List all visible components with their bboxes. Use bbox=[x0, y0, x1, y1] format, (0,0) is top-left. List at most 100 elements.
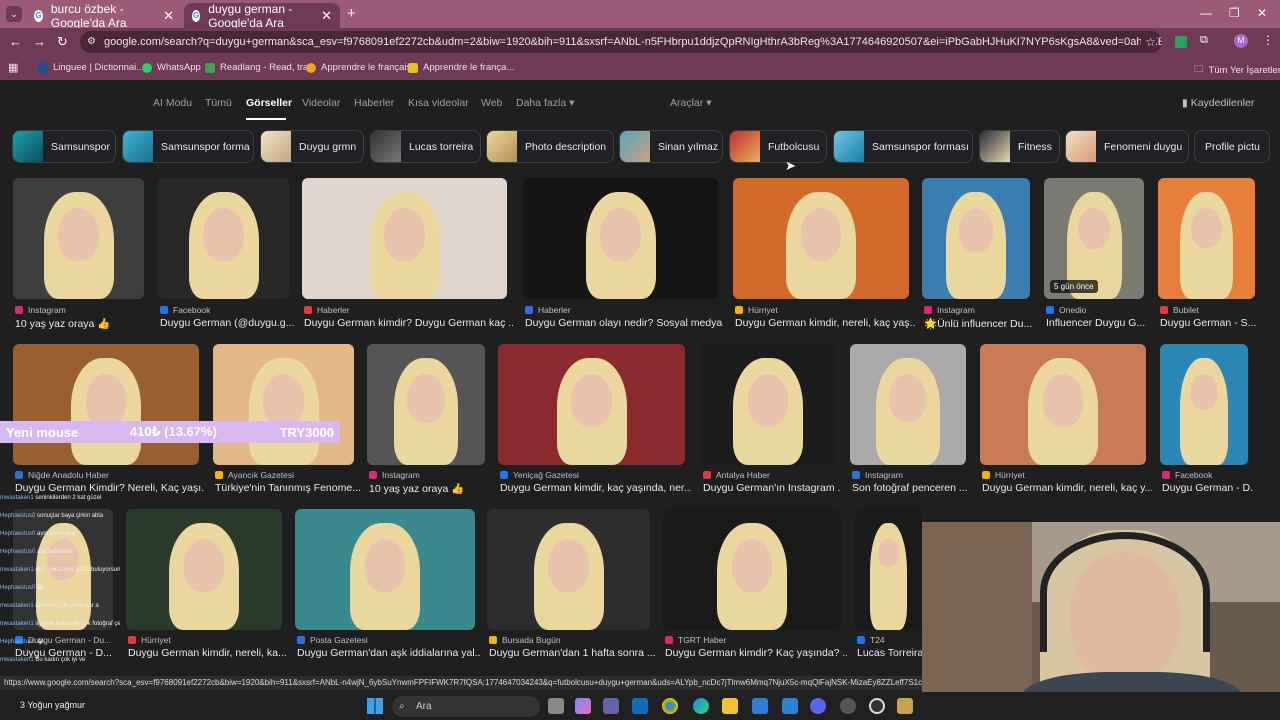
tools-button[interactable]: Araçlar ▾ bbox=[670, 97, 711, 109]
result-source[interactable]: Bursada Bugün bbox=[489, 635, 561, 645]
bookmark-whatsapp[interactable]: WhatsApp bbox=[142, 62, 201, 73]
result-caption[interactable]: Duygu German kimdir? Duygu German kaç ..… bbox=[304, 317, 513, 329]
result-caption[interactable]: Duygu German kimdir, nereli, kaç y... bbox=[982, 482, 1152, 494]
apps-grid-icon[interactable]: ▦ bbox=[8, 61, 18, 74]
tab-all[interactable]: Tümü bbox=[205, 97, 232, 109]
result-source[interactable]: Ayancık Gazetesi bbox=[215, 470, 294, 480]
chip-photo-description[interactable]: Photo description bbox=[486, 130, 614, 163]
image-result-card[interactable]: Yeniçağ Gazetesi Duygu German kimdir, kaç… bbox=[498, 344, 691, 496]
result-caption[interactable]: Türkiye'nin Tanınmış Fenome... bbox=[215, 482, 360, 494]
result-thumbnail[interactable] bbox=[367, 344, 485, 465]
bookmark-readlang[interactable]: Readlang - Read, tra... bbox=[205, 62, 316, 73]
bookmark-apprendre-1[interactable]: Apprendre le français bbox=[306, 62, 411, 73]
image-result-card[interactable]: Facebook Duygu German - D... bbox=[1160, 344, 1254, 496]
result-thumbnail[interactable] bbox=[1160, 344, 1248, 465]
bookmark-linguee[interactable]: Linguee | Dictionnai... bbox=[38, 62, 144, 73]
tab-videos[interactable]: Videolar bbox=[302, 97, 340, 109]
vscode-icon[interactable] bbox=[782, 698, 798, 714]
result-thumbnail[interactable] bbox=[295, 509, 475, 630]
new-tab-plus-icon[interactable]: + bbox=[347, 5, 356, 22]
result-thumbnail[interactable] bbox=[158, 178, 289, 299]
result-thumbnail[interactable] bbox=[487, 509, 650, 630]
result-thumbnail[interactable] bbox=[13, 344, 199, 465]
image-result-card[interactable]: Posta Gazetesi Duygu German'dan aşk iddia… bbox=[295, 509, 481, 661]
result-caption[interactable]: Duygu German kimdir, kaç yaşında, ner... bbox=[500, 482, 691, 494]
image-result-card[interactable]: Haberler Duygu German kimdir? Duygu Germa… bbox=[302, 178, 513, 331]
obs-icon[interactable] bbox=[869, 698, 885, 714]
image-result-card[interactable]: Instagram Son fotoğraf penceren ... bbox=[850, 344, 968, 496]
result-caption[interactable]: Duygu German olayı nedir? Sosyal medya .… bbox=[525, 317, 724, 329]
copilot-icon[interactable] bbox=[575, 698, 591, 714]
result-source[interactable]: Onedio bbox=[1046, 305, 1086, 315]
result-source[interactable]: Instagram bbox=[852, 470, 903, 480]
image-result-card[interactable]: 5 gün önce Onedio Influencer Duygu G... bbox=[1044, 178, 1145, 331]
result-source[interactable]: Haberler bbox=[304, 305, 350, 315]
result-source[interactable]: Niğde Anadolu Haber bbox=[15, 470, 109, 480]
image-result-card[interactable]: Instagram 10 yaş yaz oraya 👍 bbox=[367, 344, 485, 496]
chip-duygu-grmn[interactable]: Duygu grmn bbox=[260, 130, 364, 163]
window-close-icon[interactable]: ✕ bbox=[1257, 6, 1267, 20]
result-source[interactable]: T24 bbox=[857, 635, 885, 645]
file-explorer-icon[interactable] bbox=[722, 698, 738, 714]
chrome-icon[interactable] bbox=[662, 698, 678, 714]
chip-lucas-torreira[interactable]: Lucas torreira bbox=[370, 130, 481, 163]
reload-icon[interactable]: ↻ bbox=[57, 34, 68, 50]
image-result-card[interactable]: Haberler Duygu German olayı nedir? Sosyal… bbox=[523, 178, 724, 331]
tab-short-videos[interactable]: Kısa videolar bbox=[408, 97, 469, 109]
chip-futbolcusu[interactable]: Futbolcusu bbox=[729, 130, 827, 163]
image-result-card[interactable]: Instagram 10 yaş yaz oraya 👍 bbox=[13, 178, 144, 331]
image-result-card[interactable]: Bursada Bugün Duygu German'dan 1 hafta so… bbox=[487, 509, 656, 661]
result-caption[interactable]: Son fotoğraf penceren ... bbox=[852, 482, 972, 494]
result-thumbnail[interactable] bbox=[701, 344, 835, 465]
result-thumbnail[interactable] bbox=[850, 344, 966, 465]
result-caption[interactable]: Influencer Duygu G... bbox=[1046, 317, 1150, 329]
bookmark-star-icon[interactable]: ☆ bbox=[1141, 31, 1156, 53]
image-result-card[interactable]: Instagram 🌟Ünlü influencer Du... bbox=[922, 178, 1032, 331]
chip-fitness[interactable]: Fitness bbox=[979, 130, 1060, 163]
chip-samsunspor-formasi[interactable]: Samsunspor forması bbox=[833, 130, 973, 163]
result-thumbnail[interactable] bbox=[980, 344, 1146, 465]
result-source[interactable]: TGRT Haber bbox=[665, 635, 726, 645]
taskbar-search-input[interactable]: ⌕ Ara bbox=[392, 696, 540, 717]
result-source[interactable]: Posta Gazetesi bbox=[297, 635, 368, 645]
chip-sinan-yilmaz[interactable]: Sinan yılmaz bbox=[619, 130, 723, 163]
result-source[interactable]: Hürriyet bbox=[128, 635, 171, 645]
edge-icon[interactable] bbox=[693, 698, 709, 714]
result-source[interactable]: Haberler bbox=[525, 305, 571, 315]
image-result-card[interactable]: Hürriyet Duygu German kimdir, nereli, kaç… bbox=[980, 344, 1152, 496]
result-caption[interactable]: Duygu German - D... bbox=[1162, 482, 1254, 494]
result-source[interactable]: Facebook bbox=[1162, 470, 1212, 480]
forward-icon[interactable]: → bbox=[33, 34, 46, 49]
result-source[interactable]: Hürriyet bbox=[735, 305, 778, 315]
image-result-card[interactable]: Antalya Haber Duygu German'ın Instagram .… bbox=[701, 344, 841, 496]
tab-web[interactable]: Web bbox=[481, 97, 502, 109]
image-result-card[interactable]: Hürriyet Duygu German kimdir, nereli, kaç… bbox=[733, 178, 915, 331]
result-thumbnail[interactable] bbox=[1158, 178, 1255, 299]
result-source[interactable]: Instagram bbox=[924, 305, 975, 315]
result-thumbnail[interactable] bbox=[126, 509, 282, 630]
result-source[interactable]: Yeniçağ Gazetesi bbox=[500, 470, 579, 480]
outlook-icon[interactable] bbox=[632, 698, 648, 714]
app-icon[interactable] bbox=[897, 698, 913, 714]
minimize-icon[interactable]: — bbox=[1200, 6, 1212, 20]
site-info-icon[interactable]: ⚙ bbox=[87, 31, 96, 53]
result-thumbnail[interactable] bbox=[855, 509, 922, 630]
close-icon[interactable]: ✕ bbox=[321, 8, 332, 24]
image-result-card[interactable]: TGRT Haber Duygu German kimdir? Kaç yaşın… bbox=[663, 509, 847, 661]
close-icon[interactable]: ✕ bbox=[163, 8, 174, 24]
chip-samsunspor[interactable]: Samsunspor bbox=[12, 130, 116, 163]
result-source[interactable]: Hürriyet bbox=[982, 470, 1025, 480]
teams-icon[interactable] bbox=[603, 698, 619, 714]
result-caption[interactable]: Duygu German kimdir? Kaç yaşında? ... bbox=[665, 647, 847, 659]
result-caption[interactable]: Duygu German (@duygu.g... bbox=[160, 317, 295, 329]
task-view-icon[interactable] bbox=[548, 698, 564, 714]
chip-profile-picture[interactable]: Profile pictu bbox=[1194, 130, 1270, 163]
image-result-card[interactable]: Niğde Anadolu Haber Duygu German Kimdir? … bbox=[13, 344, 205, 496]
tab-ai-mode[interactable]: AI Modu bbox=[153, 97, 192, 109]
tab-duygu-german[interactable]: G duygu german - Google'da Ara ✕ bbox=[184, 2, 340, 30]
result-source[interactable]: Facebook bbox=[160, 305, 210, 315]
result-caption[interactable]: Lucas Torreira i... bbox=[857, 647, 928, 659]
image-result-card[interactable]: Hürriyet Duygu German kimdir, nereli, ka.… bbox=[126, 509, 287, 661]
image-result-card[interactable]: Bubilet Duygu German - S... bbox=[1158, 178, 1256, 331]
result-thumbnail[interactable] bbox=[213, 344, 354, 465]
